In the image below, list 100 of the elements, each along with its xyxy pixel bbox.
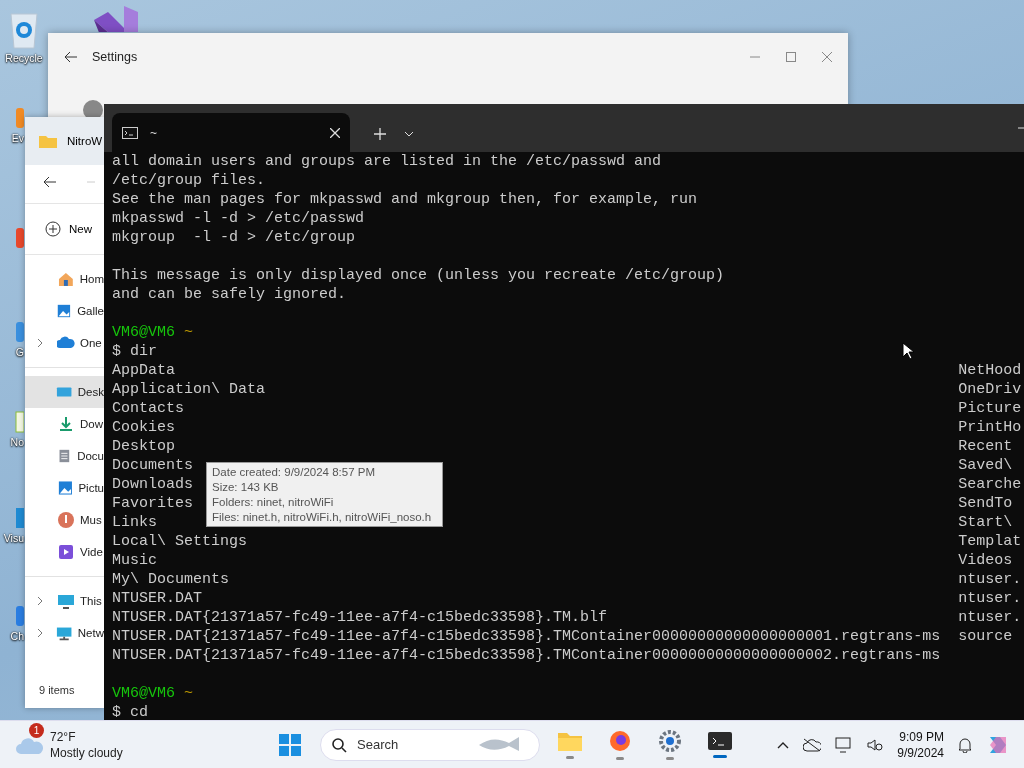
file-name: ntuser. (958, 590, 1022, 607)
file-name: Templat (958, 533, 1022, 550)
file-name: Saved\ (958, 457, 1013, 474)
file-name: Documents (112, 457, 193, 474)
nav-item[interactable]: Dow (25, 408, 104, 440)
file-name: OneDriv (958, 381, 1022, 398)
maximize-icon[interactable] (786, 52, 796, 62)
nav-item[interactable]: Docu (25, 440, 104, 472)
desktop-icon-label: No (10, 436, 24, 448)
nav-item[interactable]: Desk (25, 376, 104, 408)
desktop-icon-label: Ev (11, 132, 24, 144)
clock-time: 9:09 PM (899, 728, 944, 745)
file-name: NTUSER.DAT{21371a57-fc49-11ee-a7f4-c15bedc33598}.TMContainer00000000000000000001.regtrans-ms (112, 628, 941, 645)
file-name: Searche (958, 476, 1022, 493)
file-name: My\ Documents (112, 571, 230, 588)
image-icon (56, 479, 74, 497)
tooltip-line: Files: ninet.h, nitroWiFi.h, nitroWiFi_noso.h (212, 510, 433, 525)
nav-item[interactable]: Galle (25, 295, 104, 327)
file-name: NTUSER.DAT{21371a57-fc49-11ee-a7f4-c15bedc33598}.TMContainer00000000000000000002.regtrans-ms (112, 647, 941, 664)
terminal-line: and can be safely ignored. (112, 286, 347, 303)
file-name: Local\ Settings (112, 533, 248, 550)
chevron-down-icon[interactable] (404, 131, 414, 137)
search-input[interactable]: Search (357, 737, 467, 752)
desktop-icon-label: G (15, 346, 24, 358)
prompt-path: ~ (184, 324, 194, 341)
windows-logo-icon (279, 733, 301, 756)
nav-item[interactable]: Mus (25, 504, 104, 536)
monitor-icon[interactable] (835, 736, 854, 753)
new-button[interactable]: New (45, 221, 92, 237)
file-name: NTUSER.DAT{21371a57-fc49-11ee-a7f4-c15bedc33598}.TM.blf (112, 609, 608, 626)
terminal-icon (122, 126, 138, 139)
file-name: AppData (112, 362, 175, 379)
browser-icon (609, 729, 631, 752)
nav-item[interactable]: Hom (25, 263, 104, 295)
prompt-path: ~ (184, 685, 194, 702)
gear-icon (659, 729, 681, 752)
chevron-up-icon[interactable] (777, 740, 790, 749)
nav-item[interactable]: Vide (25, 536, 104, 568)
file-name: Picture (958, 400, 1022, 417)
video-icon (57, 543, 75, 561)
weather-text: Mostly cloudy (50, 744, 123, 761)
desktop-icon-label: Recycle (5, 52, 43, 64)
search-bar[interactable]: Search (320, 728, 540, 761)
file-name: NTUSER.DAT (112, 590, 202, 607)
cloud-off-icon[interactable] (803, 737, 822, 752)
file-name: NetHood (958, 362, 1022, 379)
file-name: Start\ (958, 514, 1013, 531)
prompt-user: VM6@VM6 (112, 685, 175, 702)
chevron-icon[interactable] (37, 628, 43, 638)
file-name: Desktop (112, 438, 175, 455)
status-text: 9 items (38, 684, 76, 698)
app-logo-icon[interactable] (92, 6, 140, 32)
window-title: NitroW (67, 135, 103, 147)
prompt-user: VM6@VM6 (112, 324, 175, 341)
tooltip-line: Date created: 9/9/2024 8:57 PM (212, 465, 377, 480)
monitor-icon (57, 592, 75, 610)
file-name: Links (112, 514, 157, 531)
music-note-icon (57, 511, 75, 529)
back-arrow-icon[interactable] (43, 176, 57, 188)
file-name: Contacts (112, 400, 184, 417)
download-icon (57, 415, 75, 433)
desktop-icon-label: Visu (3, 532, 24, 544)
temperature-text: 72°F (50, 728, 77, 745)
bell-icon[interactable] (958, 736, 972, 753)
speaker-muted-icon[interactable] (867, 737, 884, 752)
folder-icon (39, 134, 57, 148)
file-name: Downloads (112, 476, 193, 493)
terminal-line: $ cd (112, 704, 148, 720)
file-name: Application\ Data (112, 381, 266, 398)
terminal-line: $ dir (112, 343, 157, 360)
plus-icon[interactable] (374, 128, 386, 140)
search-icon (331, 736, 347, 753)
folder-icon (558, 730, 582, 751)
terminal-tab[interactable]: ~ (112, 113, 350, 152)
file-name: SendTo (958, 495, 1013, 512)
chevron-icon[interactable] (37, 338, 43, 348)
recycle-bin-icon[interactable] (7, 10, 41, 50)
house-icon (56, 270, 75, 288)
terminal-line: mkpasswd -l -d > /etc/passwd (112, 210, 365, 227)
file-name: source (958, 628, 1013, 645)
desktop-icon-label: Ch (10, 630, 24, 642)
nav-item[interactable]: This (25, 585, 104, 617)
plus-icon (45, 221, 61, 237)
nav-item[interactable]: Pictu (25, 472, 104, 504)
back-arrow-icon[interactable] (64, 51, 78, 63)
nav-item[interactable]: Netw (25, 617, 104, 649)
image-icon (56, 302, 73, 320)
terminal-line: mkgroup -l -d > /etc/group (112, 229, 356, 246)
notification-badge: 1 (29, 722, 44, 738)
terminal-line: This message is only displayed once (unless you recreate /etc/group) (112, 267, 725, 284)
tooltip-line: Size: 143 KB (212, 480, 280, 495)
window-title: Settings (92, 50, 138, 64)
file-name: Videos (958, 552, 1013, 569)
file-name: ntuser. (958, 609, 1022, 626)
terminal-line: /etc/group files. (112, 172, 266, 189)
chevron-icon[interactable] (37, 596, 43, 606)
nav-item[interactable]: One (25, 327, 104, 359)
terminal-line: See the man pages for mkpasswd and mkgroup then, for example, run (112, 191, 698, 208)
file-name: ntuser. (958, 571, 1022, 588)
tooltip-line: Folders: ninet, nitroWiFi (212, 495, 335, 510)
